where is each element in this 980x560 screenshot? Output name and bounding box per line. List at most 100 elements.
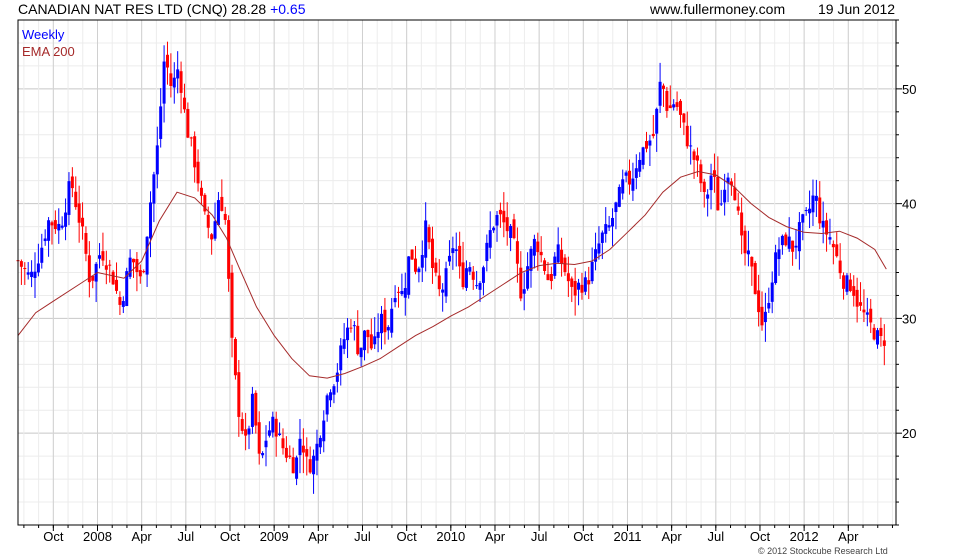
candle-body <box>308 459 312 473</box>
candle-body <box>305 449 309 457</box>
candle-body <box>855 289 859 307</box>
candle-body <box>325 395 329 415</box>
candle-body <box>454 249 458 252</box>
candle-body <box>665 90 669 111</box>
candle-body <box>791 240 795 252</box>
candle-body <box>424 220 428 258</box>
candle-body <box>492 227 496 231</box>
candle-body <box>658 81 662 106</box>
candle-body <box>64 212 68 227</box>
candle-body <box>512 219 516 239</box>
x-tick-label: 2008 <box>83 529 112 544</box>
candle-body <box>206 214 210 228</box>
candle-body <box>464 268 468 288</box>
candle-body <box>386 327 390 331</box>
candle-body <box>101 251 105 261</box>
candle-body <box>108 264 112 266</box>
candle-body <box>712 170 716 177</box>
candle-body <box>740 212 744 236</box>
candle-body <box>661 85 665 89</box>
candle-body <box>797 222 801 252</box>
candle-body <box>444 268 448 297</box>
candle-body <box>859 302 863 306</box>
candle-body <box>43 238 47 242</box>
candle-body <box>607 225 611 228</box>
candle-body <box>254 392 258 426</box>
candle-body <box>648 140 652 146</box>
candle-body <box>743 230 747 254</box>
candle-body <box>536 241 540 253</box>
candle-body <box>461 262 465 288</box>
candle-body <box>250 393 254 427</box>
candle-body <box>281 438 285 449</box>
candle-body <box>413 258 417 272</box>
candle-body <box>678 100 682 115</box>
y-tick-label: 30 <box>902 311 916 326</box>
candle-body <box>668 105 672 109</box>
candle-body <box>227 220 231 279</box>
candle-body <box>865 312 869 315</box>
candle-body <box>165 54 169 68</box>
x-tick-label: Jul <box>354 529 371 544</box>
candle-body <box>407 256 411 295</box>
candle-body <box>645 141 649 149</box>
candle-body <box>794 245 798 248</box>
legend-ema-200: EMA 200 <box>22 44 75 59</box>
candle-body <box>804 210 808 212</box>
candle-body <box>787 236 791 249</box>
candle-body <box>196 161 200 184</box>
candle-body <box>67 181 71 215</box>
candle-body <box>322 420 326 442</box>
candle-body <box>852 286 856 296</box>
candle-body <box>515 241 519 264</box>
candle-body <box>481 267 485 283</box>
candle-body <box>179 71 183 93</box>
candle-body <box>563 257 567 273</box>
candle-body <box>152 174 156 204</box>
candle-body <box>261 453 265 456</box>
candle-body <box>47 220 51 241</box>
candle-body <box>882 340 886 346</box>
candle-body <box>505 217 509 232</box>
candle-body <box>583 277 587 292</box>
candle-body <box>118 297 122 305</box>
candle-body <box>369 334 373 349</box>
candle-body <box>189 137 193 139</box>
candle-body <box>312 455 316 475</box>
candle-body <box>784 234 788 246</box>
candle-body <box>600 232 604 243</box>
candle-body <box>359 347 363 358</box>
x-tick-label: Apr <box>838 529 859 544</box>
candle-body <box>655 108 659 134</box>
candle-body <box>702 181 706 193</box>
candle-body <box>835 244 839 257</box>
candle-body <box>716 176 720 211</box>
candle-body <box>780 235 784 246</box>
candle-body <box>876 330 880 345</box>
candle-body <box>172 77 176 88</box>
candle-body <box>706 194 710 199</box>
candle-body <box>587 280 591 285</box>
y-tick-label: 50 <box>902 82 916 97</box>
candle-body <box>566 273 570 282</box>
candle-body <box>213 221 217 239</box>
candle-body <box>40 247 44 263</box>
x-tick-label: 2011 <box>613 529 641 544</box>
candle-body <box>580 284 584 293</box>
candle-body <box>719 203 723 205</box>
candle-body <box>736 206 740 211</box>
candle-body <box>77 203 81 223</box>
candle-body <box>349 327 353 329</box>
candle-body <box>23 268 27 270</box>
candle-body <box>142 271 146 273</box>
candle-body <box>488 230 492 248</box>
y-tick-label: 40 <box>902 197 916 212</box>
candle-body <box>543 260 547 272</box>
candle-body <box>573 281 577 296</box>
candle-body <box>831 243 835 248</box>
candle-body <box>801 214 805 223</box>
candle-body <box>560 249 564 264</box>
candle-body <box>723 189 727 203</box>
candle-body <box>628 170 632 185</box>
x-tick-label: Oct <box>750 529 771 544</box>
